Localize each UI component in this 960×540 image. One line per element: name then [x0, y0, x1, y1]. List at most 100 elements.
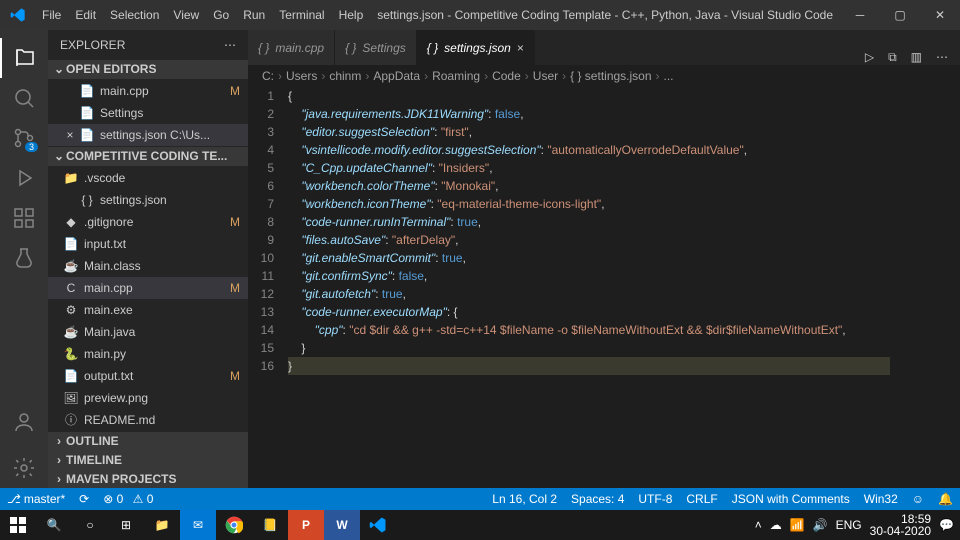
file-item[interactable]: 📄output.txtM	[48, 365, 248, 387]
breadcrumb-item[interactable]: chinm	[329, 69, 361, 83]
breadcrumb-item[interactable]: Code	[492, 69, 521, 83]
testing-icon[interactable]	[0, 238, 48, 278]
accounts-icon[interactable]	[0, 402, 48, 442]
sticky-notes-icon[interactable]: 📒	[252, 510, 288, 540]
menu-terminal[interactable]: Terminal	[272, 8, 331, 22]
editor-tab[interactable]: { }Settings	[335, 30, 417, 65]
editor-tab[interactable]: { }settings.json×	[417, 30, 535, 65]
file-item[interactable]: 📄input.txt	[48, 233, 248, 255]
powerpoint-icon[interactable]: P	[288, 510, 324, 540]
open-editor-item[interactable]: 📄Settings	[48, 102, 248, 124]
file-item[interactable]: ⓘREADME.md	[48, 409, 248, 431]
volume-icon[interactable]: 🔊	[813, 518, 828, 532]
code-editor[interactable]: 12345678910111213141516 { "java.requirem…	[248, 87, 960, 488]
feedback-icon[interactable]: ☺	[905, 492, 931, 506]
breadcrumb-item[interactable]: Users	[286, 69, 317, 83]
search-icon[interactable]	[0, 78, 48, 118]
more-icon[interactable]: ⋯	[936, 50, 948, 65]
breadcrumb-item[interactable]: ...	[664, 69, 674, 83]
onedrive-icon[interactable]: ☁	[770, 518, 782, 532]
file-item[interactable]: ◆.gitignoreM	[48, 211, 248, 233]
run-debug-icon[interactable]	[0, 158, 48, 198]
file-label: main.exe	[84, 303, 133, 317]
menu-go[interactable]: Go	[206, 8, 236, 22]
close-button[interactable]: ✕	[920, 8, 960, 22]
section-open-editors[interactable]: ⌄OPEN EDITORS	[48, 60, 248, 79]
menu-help[interactable]: Help	[332, 8, 371, 22]
file-item[interactable]: 📁.vscode	[48, 167, 248, 189]
file-icon: ◆	[62, 215, 80, 229]
statusbar: ⎇ master* ⟳ ⊗ 0 ⚠ 0 Ln 16, Col 2 Spaces:…	[0, 488, 960, 510]
explorer-icon[interactable]	[0, 38, 48, 78]
file-explorer-icon[interactable]: 📁	[144, 510, 180, 540]
menu-file[interactable]: File	[35, 8, 68, 22]
open-editor-item[interactable]: ×📄settings.json C:\Us...	[48, 124, 248, 146]
run-icon[interactable]: ▷	[865, 50, 874, 65]
section-maven[interactable]: ›MAVEN PROJECTS	[48, 469, 248, 488]
chrome-icon[interactable]	[216, 510, 252, 540]
section-timeline[interactable]: ›TIMELINE	[48, 450, 248, 469]
minimize-button[interactable]: ─	[840, 8, 880, 22]
minimap[interactable]	[890, 87, 960, 488]
split-icon[interactable]: ⧉	[888, 50, 897, 65]
system-tray[interactable]: ˄ ☁ 📶 🔊 ENG 18:5930-04-2020 💬	[755, 513, 960, 537]
close-icon[interactable]: ×	[517, 41, 524, 55]
layout-icon[interactable]: ▥	[911, 50, 922, 65]
cortana-icon[interactable]: ○	[72, 510, 108, 540]
task-view-icon[interactable]: ⊞	[108, 510, 144, 540]
file-icon: ⚙	[62, 303, 80, 317]
modified-badge: M	[230, 281, 240, 295]
word-icon[interactable]: W	[324, 510, 360, 540]
search-icon[interactable]: 🔍	[36, 510, 72, 540]
breadcrumb[interactable]: C:›Users›chinm›AppData›Roaming›Code›User…	[248, 65, 960, 87]
encoding[interactable]: UTF-8	[631, 492, 679, 506]
editor-tab[interactable]: { }main.cpp	[248, 30, 335, 65]
os[interactable]: Win32	[857, 492, 905, 506]
mail-icon[interactable]: ✉	[180, 510, 216, 540]
file-label: .vscode	[84, 171, 125, 185]
breadcrumb-item[interactable]: C:	[262, 69, 274, 83]
cursor-position[interactable]: Ln 16, Col 2	[485, 492, 564, 506]
file-item[interactable]: Cmain.cppM	[48, 277, 248, 299]
breadcrumb-item[interactable]: { } settings.json	[570, 69, 651, 83]
file-item[interactable]: ☕Main.java	[48, 321, 248, 343]
vscode-taskbar-icon[interactable]	[360, 510, 396, 540]
eol[interactable]: CRLF	[679, 492, 724, 506]
breadcrumb-item[interactable]: User	[533, 69, 558, 83]
file-icon: 📄	[78, 84, 96, 98]
file-icon: ⓘ	[62, 411, 80, 428]
file-item[interactable]: 🐍main.py	[48, 343, 248, 365]
language-mode[interactable]: JSON with Comments	[725, 492, 857, 506]
file-item[interactable]: { }settings.json	[48, 189, 248, 211]
breadcrumb-item[interactable]: AppData	[373, 69, 420, 83]
action-center-icon[interactable]: 💬	[939, 518, 954, 532]
open-editor-item[interactable]: 📄main.cppM	[48, 80, 248, 102]
menu-view[interactable]: View	[166, 8, 206, 22]
start-button[interactable]	[0, 510, 36, 540]
file-icon: C	[62, 281, 80, 295]
clock[interactable]: 18:5930-04-2020	[870, 513, 931, 537]
wifi-icon[interactable]: 📶	[790, 518, 805, 532]
menu-edit[interactable]: Edit	[68, 8, 103, 22]
source-control-icon[interactable]: 3	[0, 118, 48, 158]
section-project[interactable]: ⌄COMPETITIVE CODING TE...	[48, 147, 248, 166]
settings-gear-icon[interactable]	[0, 448, 48, 488]
language-indicator[interactable]: ENG	[836, 518, 862, 532]
close-icon[interactable]: ×	[62, 128, 78, 142]
branch-button[interactable]: ⎇ master*	[0, 492, 72, 506]
tray-chevron-icon[interactable]: ˄	[755, 518, 762, 532]
breadcrumb-item[interactable]: Roaming	[432, 69, 480, 83]
indentation[interactable]: Spaces: 4	[564, 492, 631, 506]
more-icon[interactable]: ⋯	[224, 38, 236, 52]
sync-button[interactable]: ⟳	[72, 492, 96, 506]
file-item[interactable]: ⚙ main.exe	[48, 299, 248, 321]
extensions-icon[interactable]	[0, 198, 48, 238]
notifications-icon[interactable]: 🔔	[931, 492, 960, 506]
file-item[interactable]: 🖼preview.png	[48, 387, 248, 409]
menu-run[interactable]: Run	[236, 8, 272, 22]
file-item[interactable]: ☕Main.class	[48, 255, 248, 277]
problems-button[interactable]: ⊗ 0 ⚠ 0	[96, 492, 160, 506]
maximize-button[interactable]: ▢	[880, 8, 920, 22]
menu-selection[interactable]: Selection	[103, 8, 166, 22]
section-outline[interactable]: ›OUTLINE	[48, 432, 248, 451]
